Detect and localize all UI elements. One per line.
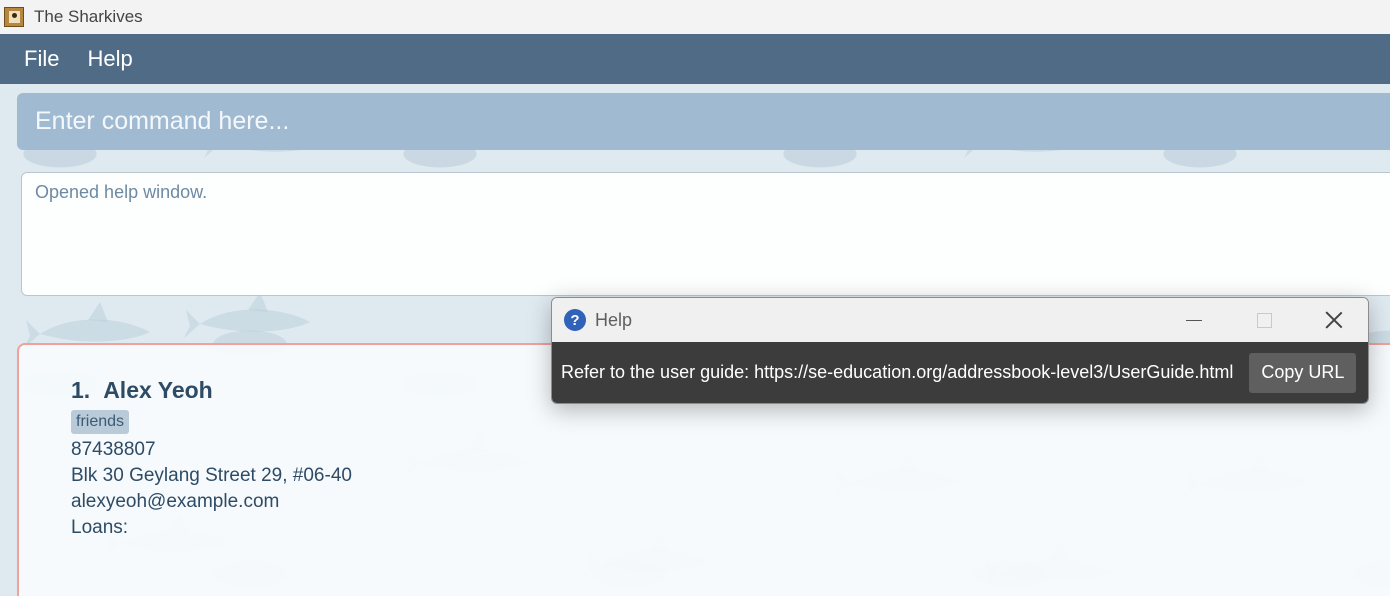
- command-input[interactable]: [33, 106, 1337, 137]
- person-address: Blk 30 Geylang Street 29, #06-40: [71, 465, 352, 486]
- app-icon: [4, 7, 24, 27]
- menu-bar: File Help: [0, 34, 1390, 84]
- menu-help[interactable]: Help: [73, 46, 146, 72]
- help-window: ? Help Refer to the user guide: https://…: [551, 297, 1369, 404]
- person-index: 1.: [71, 377, 91, 403]
- close-icon: [1325, 311, 1343, 329]
- minimize-button[interactable]: [1164, 298, 1224, 342]
- person-card[interactable]: 1. Alex Yeoh friends 87438807 Blk 30 Gey…: [71, 377, 352, 541]
- command-box: [17, 93, 1390, 150]
- result-text: Opened help window.: [35, 182, 208, 202]
- person-name-row: 1. Alex Yeoh: [71, 377, 352, 404]
- person-email: alexyeoh@example.com: [71, 491, 280, 512]
- maximize-icon: [1256, 312, 1272, 328]
- minimize-icon: [1186, 319, 1202, 321]
- menu-file[interactable]: File: [10, 46, 73, 72]
- window-title: The Sharkives: [34, 7, 143, 26]
- copy-url-button[interactable]: Copy URL: [1249, 352, 1357, 393]
- close-button[interactable]: [1304, 298, 1364, 342]
- help-question-icon: ?: [564, 309, 586, 331]
- person-loans-label: Loans:: [71, 517, 129, 538]
- help-message: Refer to the user guide: https://se-educ…: [561, 362, 1234, 382]
- result-display: Opened help window.: [21, 172, 1390, 296]
- person-phone: 87438807: [71, 439, 156, 460]
- tag-badge: friends: [71, 410, 130, 434]
- window-titlebar: The Sharkives: [0, 0, 1390, 34]
- help-window-title: Help: [595, 309, 633, 330]
- person-name: Alex Yeoh: [103, 377, 213, 403]
- maximize-button[interactable]: [1234, 298, 1294, 342]
- help-window-body: Refer to the user guide: https://se-educ…: [552, 342, 1368, 403]
- help-window-titlebar[interactable]: ? Help: [552, 298, 1368, 342]
